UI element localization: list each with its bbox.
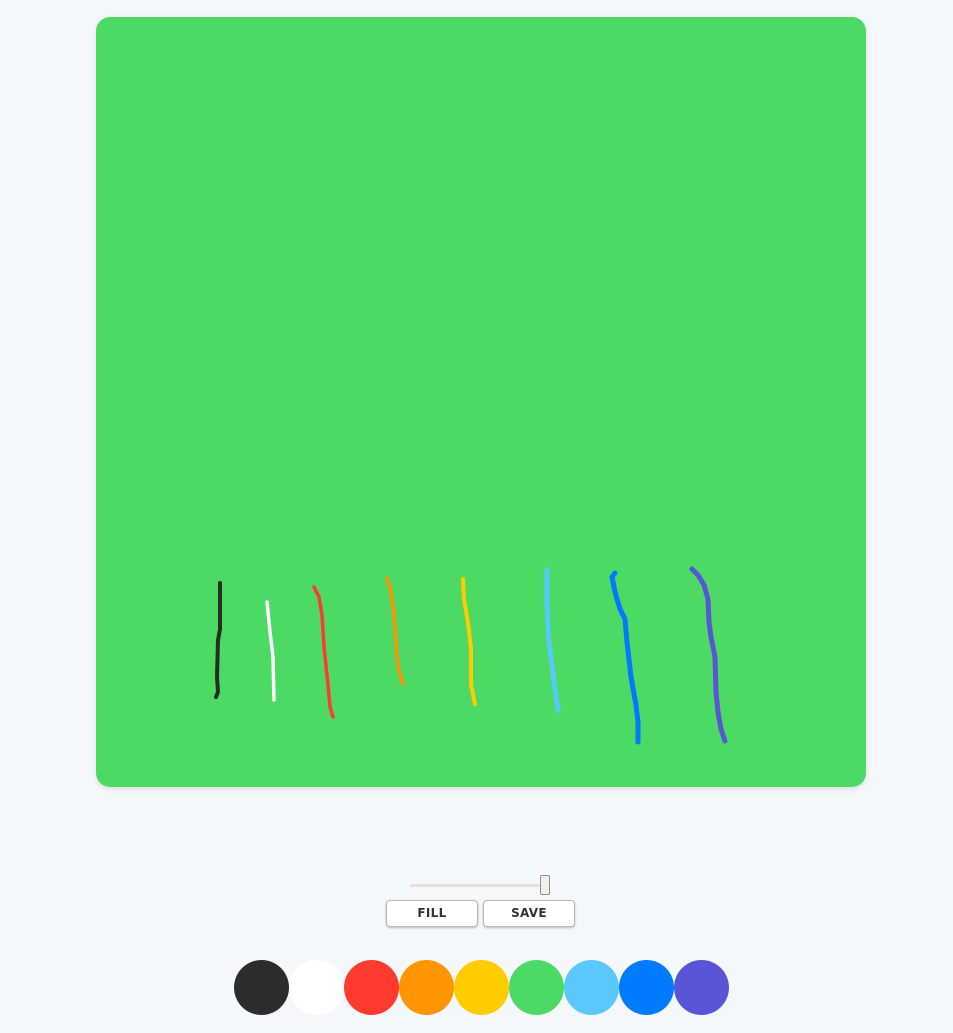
canvas-drawing-surface[interactable] (96, 17, 866, 787)
color-swatch-purple[interactable] (674, 960, 729, 1015)
color-swatch-green[interactable] (509, 960, 564, 1015)
color-swatch-yellow[interactable] (454, 960, 509, 1015)
color-swatch-orange[interactable] (399, 960, 454, 1015)
fill-button[interactable]: FILL (386, 900, 478, 927)
color-swatch-red[interactable] (344, 960, 399, 1015)
color-palette (234, 960, 729, 1015)
save-button[interactable]: SAVE (483, 900, 575, 927)
drawing-canvas[interactable] (96, 17, 866, 787)
color-swatch-sky-blue[interactable] (564, 960, 619, 1015)
canvas-background[interactable] (96, 17, 866, 787)
color-swatch-black[interactable] (234, 960, 289, 1015)
color-swatch-white[interactable] (289, 960, 344, 1015)
slider-track[interactable] (410, 884, 550, 887)
brush-size-slider[interactable] (410, 875, 550, 895)
color-swatch-blue[interactable] (619, 960, 674, 1015)
paint-app: FILL SAVE (0, 0, 953, 1033)
slider-thumb[interactable] (540, 875, 550, 895)
